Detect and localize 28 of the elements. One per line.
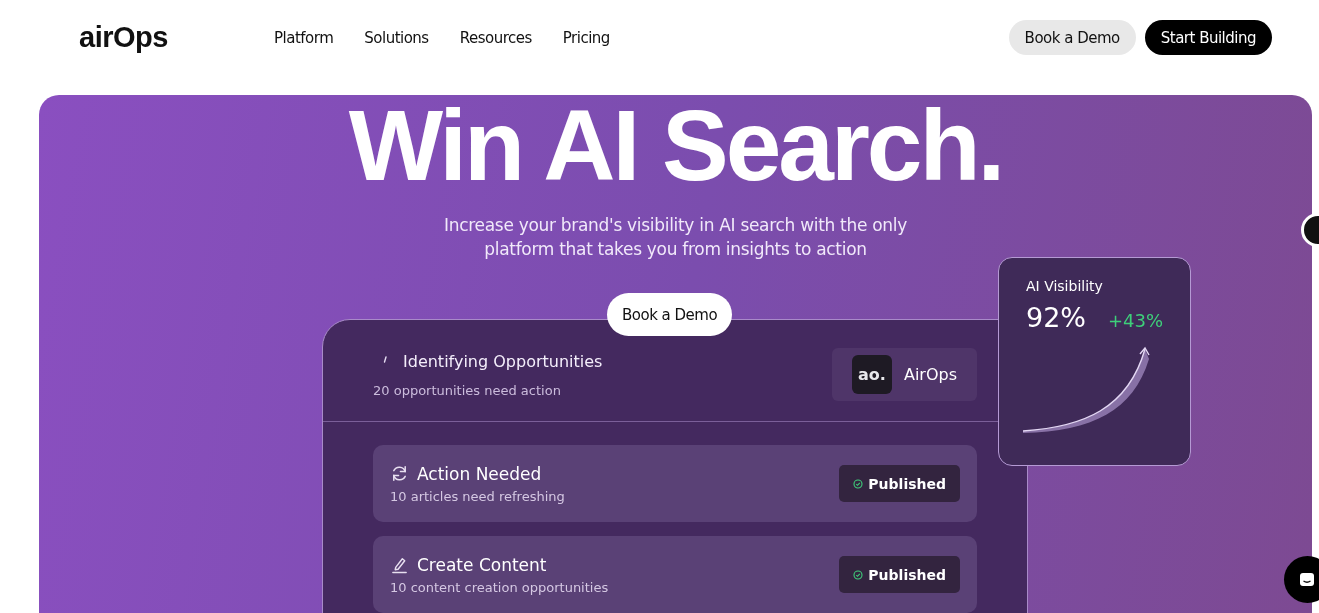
status-badge: Published — [839, 556, 960, 593]
metric-value: 92% — [1026, 302, 1086, 333]
brand-logo: ao. — [851, 355, 892, 394]
task-title: Create Content — [417, 554, 547, 575]
status-badge: Published — [839, 465, 960, 502]
check-circle-icon — [853, 569, 864, 580]
metric-change: +43% — [1107, 310, 1163, 331]
nav-link[interactable]: Resources — [459, 28, 532, 47]
start-building-button[interactable]: Start Building — [1144, 20, 1272, 55]
hero-subtitle: Increase your brand's visibility in AI search with the only platform that takes you from insights to action — [443, 214, 908, 261]
book-demo-button[interactable]: Book a Demo — [1008, 20, 1136, 55]
panel-subtitle: 20 opportunities need action — [373, 382, 562, 398]
refresh-icon — [390, 464, 409, 483]
nav-link[interactable]: Pricing — [562, 28, 610, 47]
book-demo-button[interactable]: Book a Demo — [607, 293, 733, 336]
headline: Win AI Search. — [348, 95, 1003, 195]
panel-title: Identifying Opportunities — [403, 351, 603, 371]
nav-link[interactable]: Platform — [274, 28, 334, 47]
nav-link[interactable]: Solutions — [364, 28, 429, 47]
metric-label: AI Visibility — [1026, 278, 1104, 294]
pencil-icon — [390, 555, 409, 574]
brand-name: AirOps — [903, 365, 957, 384]
check-circle-icon — [853, 478, 864, 489]
logo[interactable]: airOps — [79, 21, 274, 54]
task-subtitle: 10 articles need refreshing — [390, 488, 565, 504]
task-title: Action Needed — [417, 463, 542, 484]
spinner-icon — [381, 356, 389, 366]
task-subtitle: 10 content creation opportunities — [390, 579, 609, 595]
